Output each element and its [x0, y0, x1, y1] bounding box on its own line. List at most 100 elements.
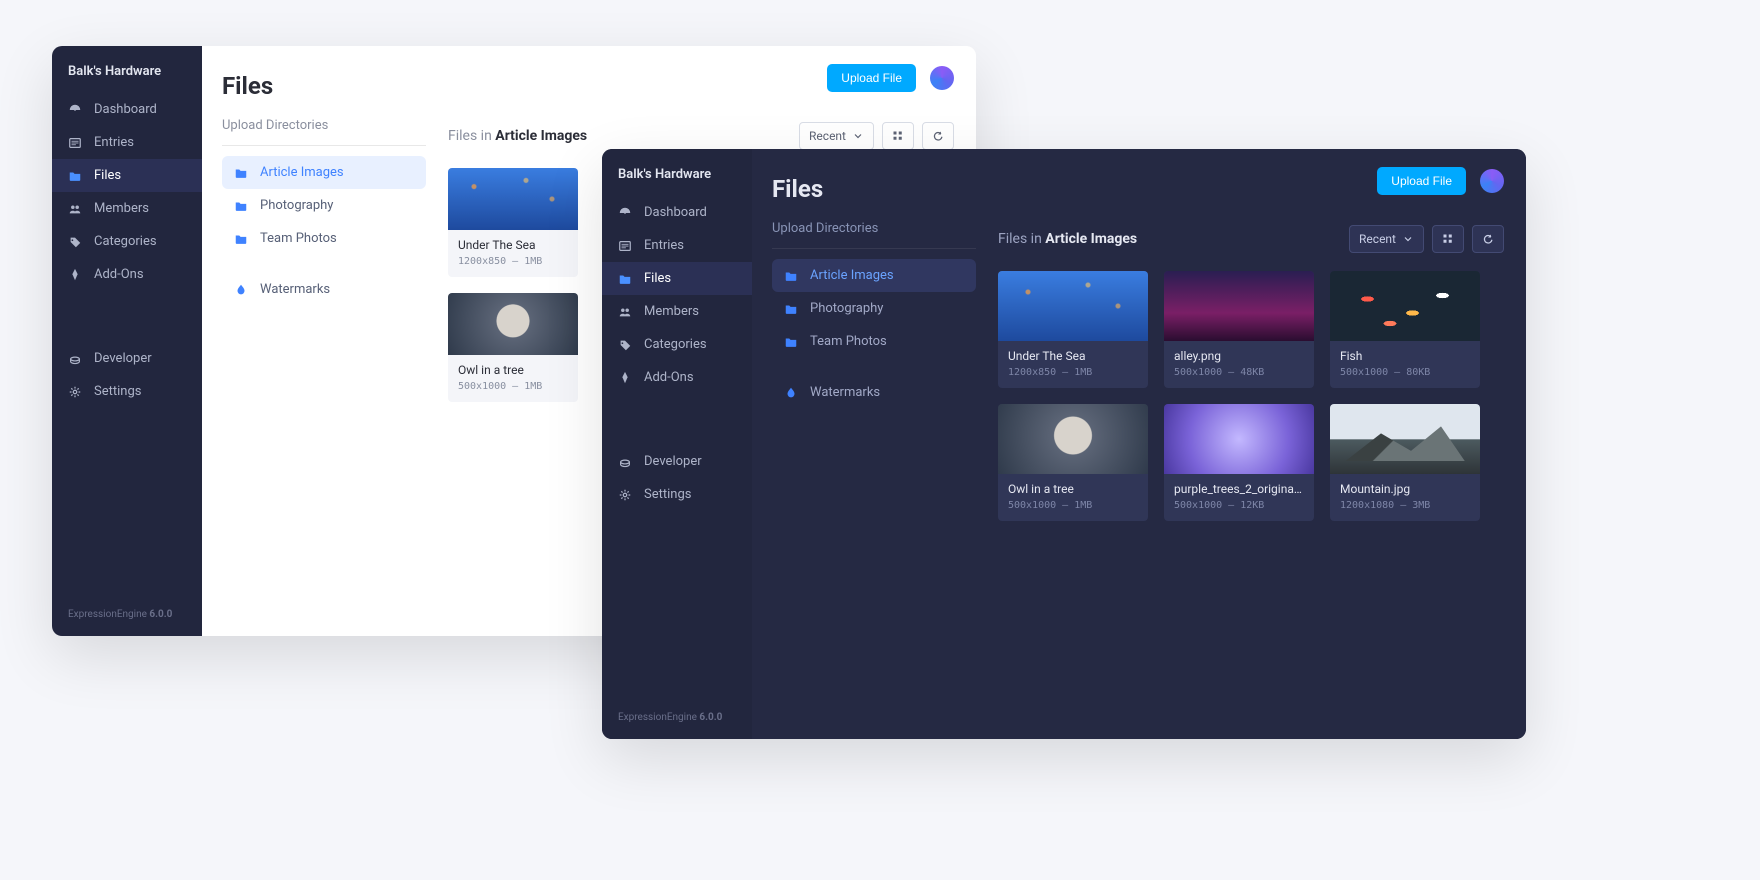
- nav-entries[interactable]: Entries: [52, 126, 202, 159]
- file-meta: 500x1000 – 48KB: [1174, 367, 1304, 378]
- nav-settings[interactable]: Settings: [52, 375, 202, 408]
- nav-addons[interactable]: Add-Ons: [602, 361, 752, 394]
- nav-label: Members: [644, 304, 699, 319]
- section-title: Files in Article Images: [998, 231, 1137, 247]
- watermarks-link[interactable]: Watermarks: [772, 376, 976, 409]
- nav-label: Categories: [94, 234, 157, 249]
- nav-label: Add-Ons: [94, 267, 144, 282]
- refresh-button[interactable]: [922, 122, 954, 150]
- nav-addons[interactable]: Add-Ons: [52, 258, 202, 291]
- file-card[interactable]: Under The Sea1200x850 – 1MB: [998, 271, 1148, 388]
- file-meta: 500x1000 – 80KB: [1340, 367, 1470, 378]
- chevron-down-icon: [1402, 233, 1414, 245]
- watermarks-label: Watermarks: [810, 385, 880, 400]
- nav-dashboard[interactable]: Dashboard: [52, 93, 202, 126]
- chevron-down-icon: [852, 130, 864, 142]
- nav-developer[interactable]: Developer: [52, 342, 202, 375]
- nav-members[interactable]: Members: [52, 192, 202, 225]
- directories-list: Article Images Photography Team Photos: [772, 259, 976, 358]
- nav-label: Files: [644, 271, 671, 286]
- folder-icon: [784, 269, 798, 283]
- thumbnail: [448, 168, 578, 230]
- refresh-button[interactable]: [1472, 225, 1504, 253]
- primary-nav: Dashboard Entries Files Members Categori…: [602, 196, 752, 445]
- file-info: Owl in a tree500x1000 – 1MB: [998, 474, 1148, 521]
- file-meta: 500x1000 – 1MB: [458, 381, 568, 392]
- nav-label: Dashboard: [94, 102, 157, 117]
- file-card[interactable]: Owl in a tree500x1000 – 1MB: [998, 404, 1148, 521]
- directory-team-photos[interactable]: Team Photos: [222, 222, 426, 255]
- file-title: Under The Sea: [458, 238, 568, 252]
- thumbnail: [1330, 404, 1480, 474]
- directory-article-images[interactable]: Article Images: [772, 259, 976, 292]
- main: Files Upload Directories Article Images …: [752, 149, 1526, 739]
- watermarks-link[interactable]: Watermarks: [222, 273, 426, 306]
- secondary-nav: Developer Settings: [52, 342, 202, 597]
- grid-view-button[interactable]: [1432, 225, 1464, 253]
- view-controls: Recent: [1349, 225, 1504, 253]
- nav-label: Settings: [94, 384, 141, 399]
- file-title: purple_trees_2_original.tiff: [1174, 482, 1304, 496]
- thumbnail: [1164, 271, 1314, 341]
- version: ExpressionEngine 6.0.0: [602, 700, 752, 739]
- droplet-icon: [234, 283, 248, 297]
- avatar[interactable]: [1480, 169, 1504, 193]
- directory-label: Photography: [260, 198, 333, 213]
- primary-nav: Dashboard Entries Files Members Categori…: [52, 93, 202, 342]
- nav-categories[interactable]: Categories: [52, 225, 202, 258]
- directory-photography[interactable]: Photography: [772, 292, 976, 325]
- directory-article-images[interactable]: Article Images: [222, 156, 426, 189]
- nav-label: Developer: [94, 351, 152, 366]
- members-icon: [618, 305, 632, 319]
- app-window-dark: Balk's Hardware Dashboard Entries Files …: [602, 149, 1526, 739]
- nav-label: Developer: [644, 454, 702, 469]
- section-title: Files in Article Images: [448, 128, 587, 144]
- avatar[interactable]: [930, 66, 954, 90]
- folder-icon: [234, 199, 248, 213]
- directories-heading: Upload Directories: [222, 118, 426, 146]
- directory-team-photos[interactable]: Team Photos: [772, 325, 976, 358]
- directory-photography[interactable]: Photography: [222, 189, 426, 222]
- file-card[interactable]: alley.png500x1000 – 48KB: [1164, 271, 1314, 388]
- folder-icon: [234, 232, 248, 246]
- nav-members[interactable]: Members: [602, 295, 752, 328]
- file-info: Owl in a tree 500x1000 – 1MB: [448, 355, 578, 402]
- nav-label: Categories: [644, 337, 707, 352]
- nav-files[interactable]: Files: [52, 159, 202, 192]
- grid-icon: [892, 130, 904, 142]
- nav-label: Entries: [94, 135, 134, 150]
- thumbnail: [1164, 404, 1314, 474]
- sort-label: Recent: [1359, 232, 1396, 246]
- directory-label: Team Photos: [810, 334, 887, 349]
- droplet-icon: [784, 386, 798, 400]
- nav-dashboard[interactable]: Dashboard: [602, 196, 752, 229]
- nav-settings[interactable]: Settings: [602, 478, 752, 511]
- nav-label: Members: [94, 201, 149, 216]
- thumbnail: [998, 271, 1148, 341]
- dashboard-icon: [68, 103, 82, 117]
- database-icon: [618, 455, 632, 469]
- thumbnail: [998, 404, 1148, 474]
- page-title: Files: [222, 66, 426, 118]
- file-meta: 500x1000 – 1MB: [1008, 500, 1138, 511]
- folder-icon: [68, 169, 82, 183]
- file-card[interactable]: Fish500x1000 – 80KB: [1330, 271, 1480, 388]
- file-card[interactable]: Mountain.jpg1200x1080 – 3MB: [1330, 404, 1480, 521]
- sort-dropdown[interactable]: Recent: [799, 122, 874, 150]
- upload-button[interactable]: Upload File: [827, 64, 916, 92]
- view-controls: Recent: [799, 122, 954, 150]
- file-card[interactable]: Under The Sea 1200x850 – 1MB: [448, 168, 578, 277]
- nav-developer[interactable]: Developer: [602, 445, 752, 478]
- file-meta: 500x1000 – 12KB: [1174, 500, 1304, 511]
- section-header: Files in Article Images Recent: [998, 219, 1504, 265]
- grid-view-button[interactable]: [882, 122, 914, 150]
- file-card[interactable]: Owl in a tree 500x1000 – 1MB: [448, 293, 578, 402]
- nav-files[interactable]: Files: [602, 262, 752, 295]
- sidebar: Balk's Hardware Dashboard Entries Files …: [52, 46, 202, 636]
- nav-entries[interactable]: Entries: [602, 229, 752, 262]
- folder-icon: [784, 335, 798, 349]
- nav-categories[interactable]: Categories: [602, 328, 752, 361]
- sort-dropdown[interactable]: Recent: [1349, 225, 1424, 253]
- file-card[interactable]: purple_trees_2_original.tiff 500x1000 – 1…: [1164, 404, 1314, 521]
- upload-button[interactable]: Upload File: [1377, 167, 1466, 195]
